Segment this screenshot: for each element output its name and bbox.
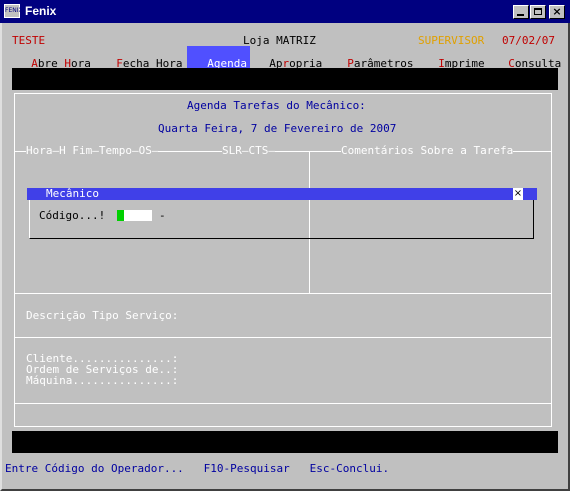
top-black-bar [12, 68, 558, 90]
menu-item-agenda[interactable]: Agenda [187, 46, 250, 70]
dialog-title-bar: Mecânico × [27, 188, 537, 200]
codigo-suffix: - [159, 209, 166, 222]
column-headers-mid: SLR—CTS— [222, 144, 275, 157]
section-rule-1 [14, 293, 552, 294]
window-title: Fenix [25, 4, 57, 18]
menu-item-apropria[interactable]: Apropria [256, 46, 322, 70]
service-type-label: Descrição Tipo Serviço: [26, 309, 179, 322]
column-headers-left: Hora—H Fim—Tempo—OS— [26, 144, 159, 157]
dialog-title: Mecânico [46, 187, 99, 200]
menu-item-abre-hora[interactable]: Abre Hora [18, 46, 91, 70]
dialog-close-icon[interactable]: × [513, 188, 523, 200]
close-icon[interactable]: × [549, 5, 565, 19]
maximize-icon[interactable] [530, 5, 546, 19]
codigo-input[interactable] [124, 210, 152, 221]
bottom-black-bar [12, 431, 558, 453]
fenix-app-icon[interactable]: FENIX [4, 4, 23, 18]
agenda-date: Quarta Feira, 7 de Fevereiro de 2007 [158, 122, 397, 135]
minimize-icon[interactable] [513, 5, 529, 19]
title-bar[interactable]: FENIX Fenix × [0, 0, 570, 23]
menu-item-imprime[interactable]: Imprime [425, 46, 484, 70]
footer-hint: Entre Código do Operador... F10-Pesquisa… [5, 462, 390, 475]
menu-item-consulta[interactable]: Consulta [495, 46, 561, 70]
menu-item-fecha-hora[interactable]: Fecha Hora [103, 46, 182, 70]
section-rule-3 [14, 403, 552, 404]
agenda-title: Agenda Tarefas do Mecânico: [187, 99, 366, 112]
machine-label: Máquina...............: [26, 374, 179, 387]
text-cursor [117, 210, 124, 221]
codigo-label: Código...! [39, 209, 106, 222]
section-rule-2 [14, 337, 552, 338]
menu-item-parametros[interactable]: Parâmetros [334, 46, 413, 70]
column-header-comments: Comentários Sobre a Tarefa [341, 144, 514, 157]
